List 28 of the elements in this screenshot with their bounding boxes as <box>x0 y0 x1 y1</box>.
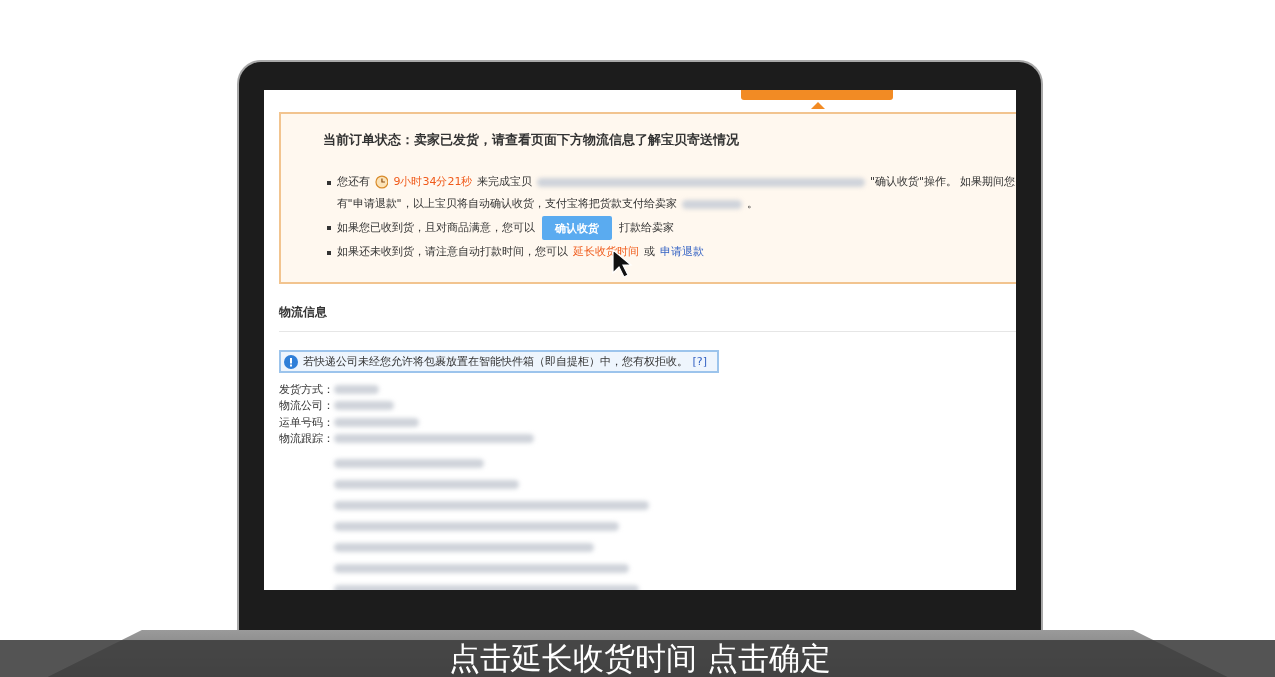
notice-text: 来完成宝贝 <box>477 174 533 190</box>
bullet-icon <box>326 226 331 230</box>
field-label: 运单号码： <box>278 414 334 430</box>
field-label: 物流公司： <box>278 398 334 414</box>
status-title: 当前订单状态：卖家已发货，请查看页面下方物流信息了解宝贝寄送情况 <box>322 132 740 149</box>
notice-text: "确认收货"操作。 如果期间您 <box>869 174 1016 190</box>
help-link[interactable]: [?] <box>692 355 707 368</box>
bullet-icon <box>326 181 331 185</box>
notice-text: 有"申请退款"，以上宝贝将自动确认收货，支付宝将把货款支付给卖家 <box>336 196 677 212</box>
notice-text: 。 <box>746 196 758 212</box>
video-subtitle: 点击延长收货时间 点击确定 <box>0 640 1275 677</box>
refund-link[interactable]: 申请退款 <box>659 241 704 263</box>
redacted-text <box>333 401 394 411</box>
info-icon <box>283 354 298 369</box>
field-label: 发货方式： <box>278 381 334 397</box>
field-label: 物流跟踪： <box>278 431 334 447</box>
tip-text: 若快递公司未经您允许将包裹放置在智能快件箱（即自提柜）中，您有权拒收。 <box>302 354 688 369</box>
notice-text: 如果您已收到货，且对商品满意，您可以 <box>336 220 535 236</box>
notice-text: 您还有 <box>336 174 370 190</box>
notice-text: 或 <box>643 244 655 260</box>
bullet-icon <box>326 251 331 255</box>
redacted-text <box>333 384 379 394</box>
section-title: 物流信息 <box>278 304 1016 332</box>
redacted-text <box>681 199 742 209</box>
countdown-time: 9小时34分21秒 <box>393 174 473 190</box>
clock-icon <box>374 175 389 189</box>
notice-text: 如果还未收到货，请注意自动打款时间，您可以 <box>336 244 568 260</box>
notice-text: 打款给卖家 <box>618 220 674 236</box>
